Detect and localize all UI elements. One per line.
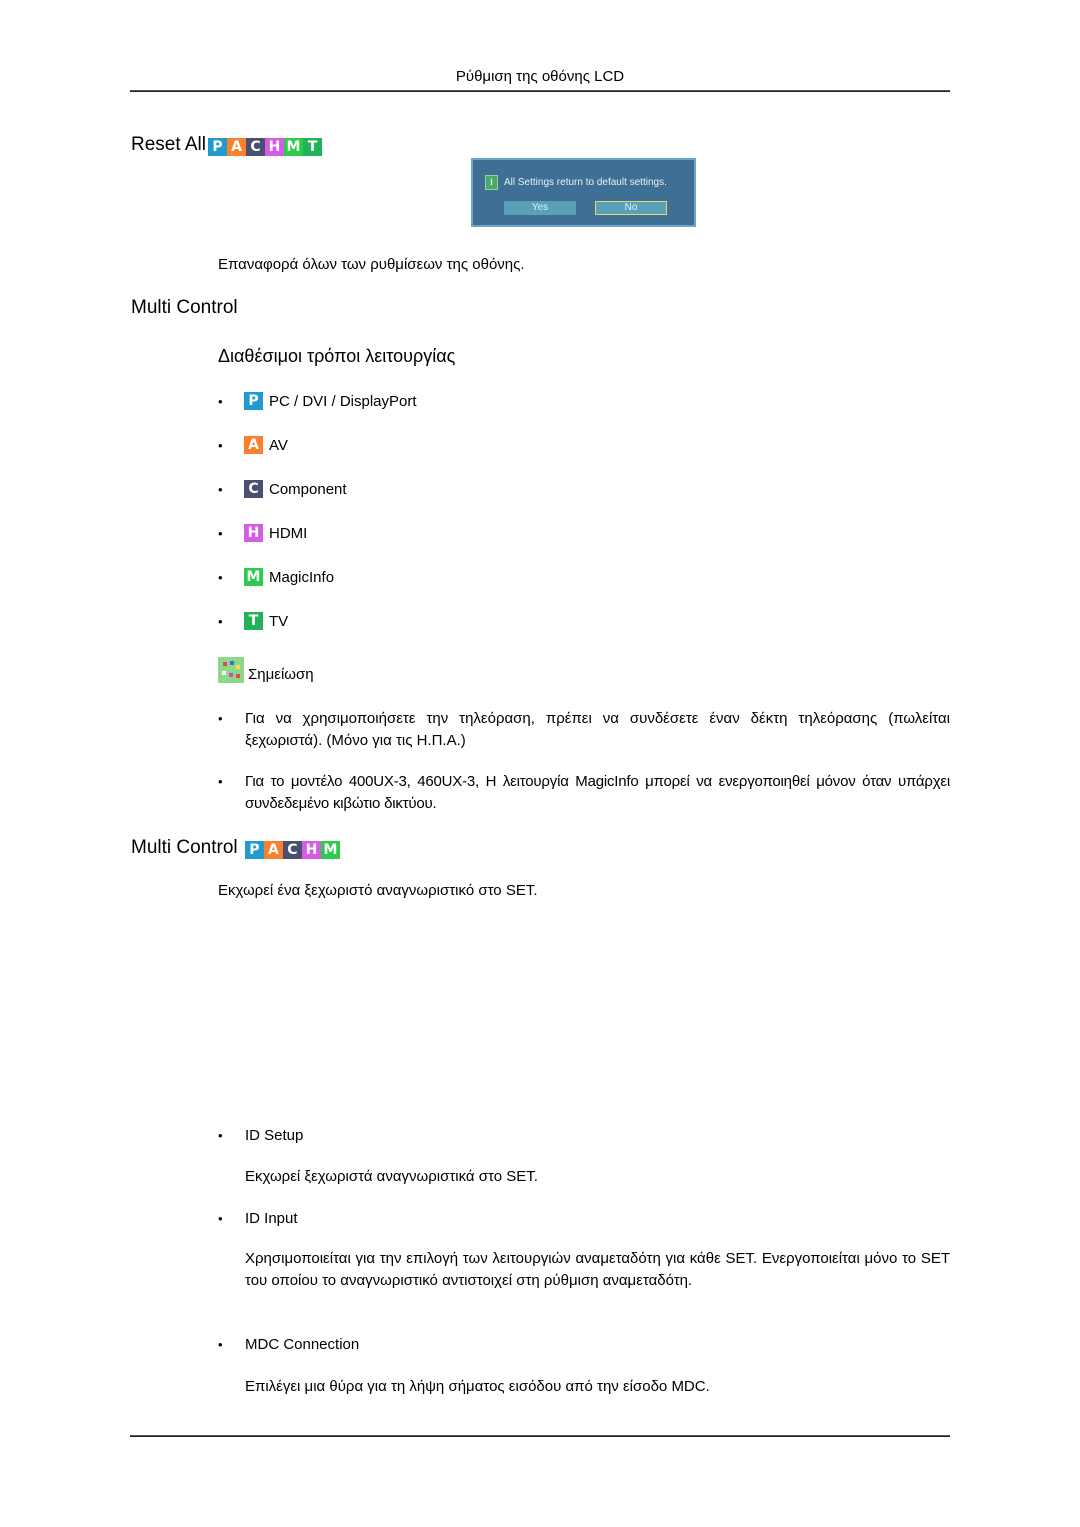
mode-label: MagicInfo — [269, 568, 335, 586]
badge-a-icon: A — [244, 436, 263, 454]
bullet: • — [218, 1128, 223, 1143]
id-input-description: Χρησιμοποιείται για την επιλογή των λειτ… — [245, 1250, 950, 1289]
header-divider — [130, 90, 950, 92]
mode-list-item: • C Component — [218, 480, 347, 498]
badge-c-icon: C — [245, 138, 265, 156]
bullet: • — [218, 1211, 223, 1226]
badge-t-icon: T — [244, 612, 263, 630]
badge-c-icon: C — [282, 841, 302, 859]
mode-list-item: • A AV — [218, 436, 288, 454]
no-button[interactable]: No — [595, 201, 667, 215]
bullet: • — [218, 711, 223, 726]
mdc-connection-description: Επιλέγει μια θύρα για τη λήψη σήματος ει… — [245, 1378, 710, 1395]
badge-a-icon: A — [263, 841, 283, 859]
id-setup-label: ID Setup — [245, 1127, 304, 1144]
badge-m-icon: M — [320, 841, 340, 859]
note-icon — [218, 657, 244, 683]
badge-a-icon: A — [226, 138, 246, 156]
note-item-bold: MagicInfo — [575, 773, 639, 790]
note-heading: Σημείωση — [218, 657, 314, 683]
badge-c-icon: C — [244, 480, 263, 498]
badge-h-icon: H — [244, 524, 263, 542]
reset-all-title: Reset All — [131, 134, 206, 155]
multi-control-title: Multi Control — [131, 837, 238, 858]
reset-confirm-dialog: i All Settings return to default setting… — [471, 158, 696, 227]
bullet: • — [218, 774, 223, 789]
id-setup-description: Εκχωρεί ξεχωριστά αναγνωριστικά στο SET. — [245, 1168, 538, 1185]
mode-badges: PACHMT — [207, 138, 322, 156]
mode-list-item: • M MagicInfo — [218, 568, 334, 586]
bullet: • — [218, 393, 223, 409]
note-item: Για το μοντέλο 400UX-3, 460UX-3, Η λειτο… — [245, 771, 950, 815]
mode-label: PC / DVI / DisplayPort — [269, 392, 417, 410]
page-header-title: Ρύθμιση της οθόνης LCD — [455, 68, 625, 85]
available-modes-subheading: Διαθέσιμοι τρόποι λειτουργίας — [218, 346, 456, 366]
bullet: • — [218, 481, 223, 497]
mode-label: HDMI — [269, 524, 308, 542]
mode-list-item: • H HDMI — [218, 524, 307, 542]
footer-divider — [130, 1435, 950, 1437]
bullet: • — [218, 525, 223, 541]
bullet: • — [218, 1337, 223, 1352]
badge-p-icon: P — [244, 392, 263, 410]
mode-label: AV — [269, 436, 288, 454]
mode-list-item: • P PC / DVI / DisplayPort — [218, 392, 417, 410]
mode-label: TV — [269, 612, 289, 630]
id-input-label: ID Input — [245, 1210, 298, 1227]
mdc-connection-label: MDC Connection — [245, 1336, 360, 1353]
mode-list-item: • T TV — [218, 612, 288, 630]
note-label: Σημείωση — [248, 666, 314, 683]
multi-control-description: Εκχωρεί ένα ξεχωριστό αναγνωριστικό στο … — [218, 882, 538, 899]
badge-t-icon: T — [302, 138, 322, 156]
bullet: • — [218, 569, 223, 585]
badge-m-icon: M — [283, 138, 303, 156]
note-item: Για να χρησιμοποιήσετε την τηλεόραση, πρ… — [245, 710, 950, 749]
reset-all-description: Επαναφορά όλων των ρυθμίσεων της οθόνης. — [218, 256, 525, 273]
badge-h-icon: H — [301, 841, 321, 859]
bullet: • — [218, 613, 223, 629]
badge-h-icon: H — [264, 138, 284, 156]
multi-control-heading: Multi Control — [131, 297, 238, 318]
badge-m-icon: M — [244, 568, 263, 586]
badge-p-icon: P — [244, 841, 264, 859]
reset-all-heading: Reset All P A C H M T — [131, 134, 322, 156]
yes-button[interactable]: Yes — [504, 201, 576, 215]
multi-control-section-heading: Multi Control PACHM — [131, 837, 340, 859]
info-icon: i — [485, 175, 498, 190]
bullet: • — [218, 437, 223, 453]
dialog-message: All Settings return to default settings. — [504, 177, 667, 188]
note-item-text: Για το μοντέλο 400UX-3, 460UX-3, Η λειτο… — [245, 773, 576, 790]
badge-p-icon: P — [207, 138, 227, 156]
mode-badges: PACHM — [244, 841, 340, 859]
mode-label: Component — [269, 480, 347, 498]
